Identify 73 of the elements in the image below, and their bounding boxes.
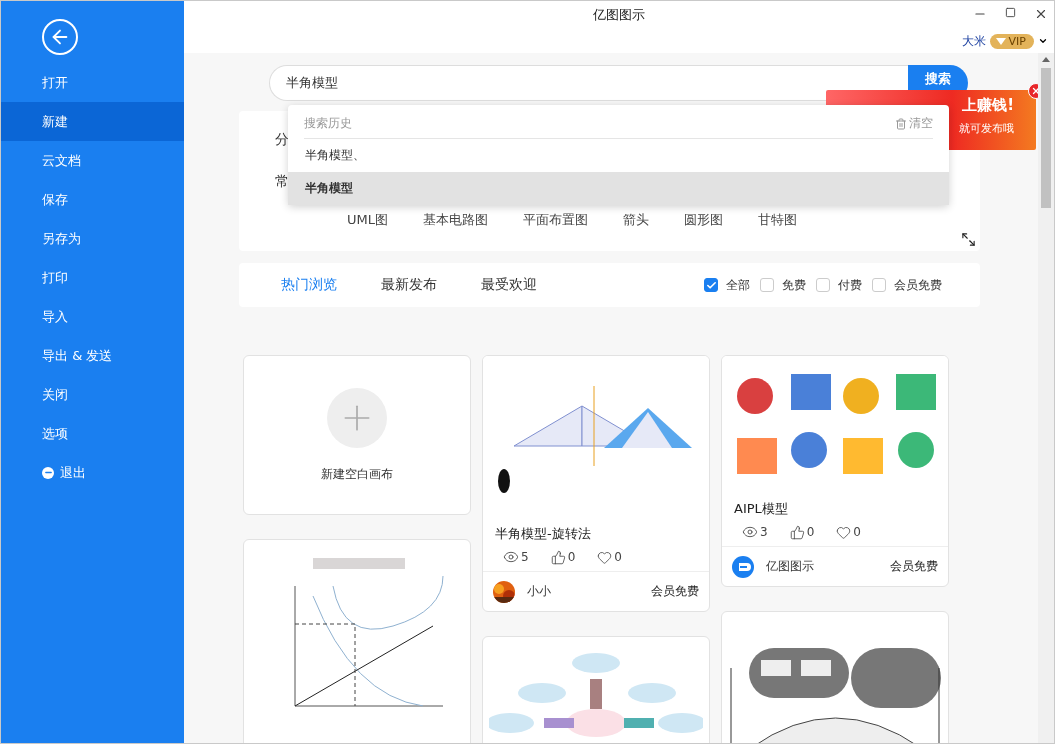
maximize-icon: [1005, 7, 1016, 18]
logo-icon: [732, 555, 754, 578]
sidebar-item[interactable]: 云文档: [1, 141, 184, 180]
window-title: 亿图图示: [593, 6, 645, 24]
template-card[interactable]: 半角模型-旋转法 5 0 0 小小 会员免费: [482, 355, 710, 612]
sidebar-item[interactable]: 另存为: [1, 219, 184, 258]
author-name: 小小: [527, 583, 551, 600]
minus-circle-icon: [42, 466, 54, 479]
eye-icon: [503, 549, 519, 565]
caret-icon[interactable]: [1038, 36, 1048, 46]
sidebar-item[interactable]: 退出: [1, 453, 184, 492]
like-count: 0: [550, 549, 576, 565]
price-label: 会员免费: [651, 583, 699, 600]
scrollbar-thumb[interactable]: [1041, 68, 1051, 208]
sidebar-item[interactable]: 保存: [1, 180, 184, 219]
heart-icon: [597, 549, 613, 565]
check-icon: [705, 279, 717, 291]
view-count: 5: [503, 549, 529, 565]
category-link[interactable]: 基本电路图: [423, 211, 488, 229]
like-count: 0: [789, 524, 815, 540]
trash-icon: [895, 117, 907, 130]
price-label: 会员免费: [890, 558, 938, 575]
blank-canvas-card[interactable]: 新建空白画布: [243, 355, 471, 515]
scrollbar[interactable]: [1038, 53, 1054, 743]
vip-badge: VIP: [989, 33, 1034, 49]
tab[interactable]: 最新发布: [381, 276, 437, 294]
thumbs-up-icon: [789, 524, 805, 540]
dropdown-title: 搜索历史: [304, 115, 352, 132]
expand-button[interactable]: [961, 232, 976, 247]
promo-subline: 就可发布哦: [959, 121, 1014, 136]
history-item[interactable]: 半角模型、: [288, 139, 949, 172]
sidebar-item[interactable]: 打开: [1, 63, 184, 102]
template-title: 半角模型-旋转法: [494, 525, 592, 543]
favorite-count: 0: [836, 524, 861, 540]
checkbox-label: 全部: [726, 276, 750, 294]
author-name: 亿图图示: [766, 558, 814, 575]
sidebar-item[interactable]: 打印: [1, 258, 184, 297]
category-link[interactable]: 平面布置图: [523, 211, 588, 229]
checkbox-label: 免费: [782, 276, 806, 294]
tab[interactable]: 最受欢迎: [481, 276, 537, 294]
checkbox[interactable]: [816, 278, 830, 292]
template-title: AIPL模型: [733, 500, 789, 518]
category-link[interactable]: 箭头: [623, 211, 649, 229]
eye-icon: [742, 524, 758, 540]
back-button[interactable]: [42, 19, 78, 55]
checkbox-label: 付费: [838, 276, 862, 294]
category-link[interactable]: 圆形图: [684, 211, 723, 229]
template-card[interactable]: AIPL模型 3 0 0 亿图图示 会员免费: [721, 355, 949, 587]
heart-icon: [836, 524, 852, 540]
user-name[interactable]: 大米: [961, 32, 986, 50]
arrow-up-icon[interactable]: [1042, 57, 1050, 62]
history-item[interactable]: 半角模型: [288, 172, 949, 205]
sidebar-item[interactable]: 新建: [1, 102, 184, 141]
checkbox[interactable]: [872, 278, 886, 292]
checkbox[interactable]: [704, 278, 718, 292]
sidebar-item[interactable]: 关闭: [1, 375, 184, 414]
sidebar-item[interactable]: 导出 & 发送: [1, 336, 184, 375]
search-field[interactable]: 半角模型: [269, 65, 908, 101]
row-label: 分: [275, 131, 289, 149]
favorite-count: 0: [597, 549, 622, 565]
checkbox[interactable]: [760, 278, 774, 292]
row-label: 常: [275, 173, 289, 191]
category-link[interactable]: UML图: [347, 211, 388, 229]
card-title: 新建空白画布: [321, 465, 393, 483]
tab[interactable]: 热门浏览: [281, 276, 337, 294]
category-link[interactable]: 甘特图: [758, 211, 797, 229]
thumbs-up-icon: [550, 549, 566, 565]
expand-icon: [961, 232, 976, 247]
view-count: 3: [742, 524, 768, 540]
sidebar-item[interactable]: 导入: [1, 297, 184, 336]
sidebar-item[interactable]: 选项: [1, 414, 184, 453]
close-icon: [1034, 7, 1048, 21]
checkbox-label: 会员免费: [894, 276, 942, 294]
